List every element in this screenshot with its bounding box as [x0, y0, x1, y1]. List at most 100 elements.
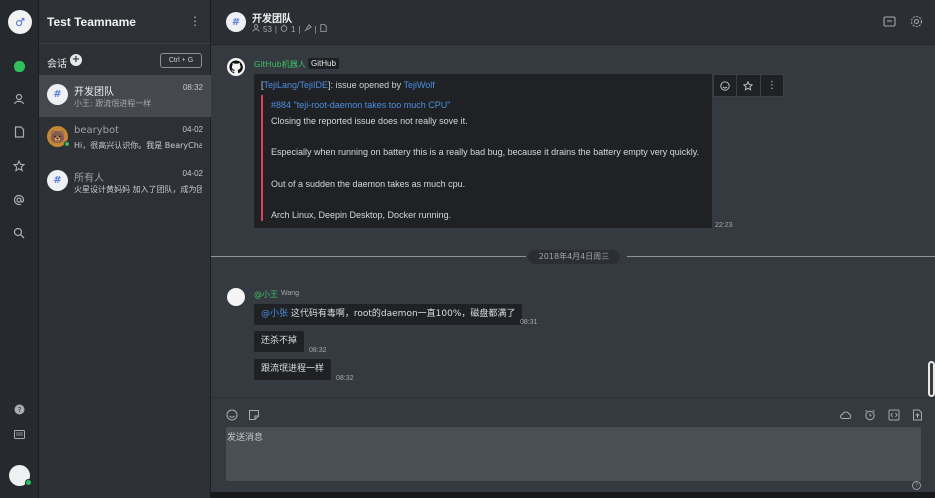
- online-status-dot: [25, 479, 32, 486]
- bottom-strip: [211, 492, 935, 498]
- composer-tools-left: [226, 409, 260, 424]
- issue-body-line: Arch Linux, Deepin Desktop, Docker runni…: [271, 210, 452, 220]
- message-bubble[interactable]: 跟流氓进程一样: [254, 359, 332, 380]
- thumbtack-icon[interactable]: [304, 24, 312, 34]
- keyboard-icon[interactable]: [8, 423, 30, 445]
- alarm-icon[interactable]: [864, 409, 876, 424]
- message-time: 22:23: [715, 222, 733, 229]
- code-snippet-icon[interactable]: [888, 409, 900, 424]
- channel-item-everyone[interactable]: # 所有人 04-02 火星设计黄妈妈 加入了团队，成为团: [39, 161, 211, 203]
- user-link[interactable]: TejiWolf: [403, 80, 434, 90]
- bearybot-avatar: 🐻: [47, 126, 70, 147]
- date-divider-line: [211, 256, 526, 257]
- channel-preview: Hi，很高兴认识你。我是 BearyChat: [74, 141, 202, 150]
- star-icon[interactable]: [737, 75, 761, 96]
- sessions-label: 会话: [47, 59, 67, 70]
- sidebar-divider: [39, 43, 211, 44]
- quote-bar: [261, 95, 263, 221]
- channel-time: 08:32: [182, 83, 203, 92]
- issue-title-link[interactable]: #884 "teji-root-daemon takes too much CP…: [271, 100, 450, 110]
- composer-divider: [211, 397, 935, 398]
- channel-name: 开发团队: [74, 87, 114, 98]
- svg-text:?: ?: [17, 406, 21, 414]
- message-text: 这代码有毒啊，root的daemon一直100%，磁盘都满了: [288, 309, 516, 319]
- date-divider: 2018年4月4日周三: [528, 250, 620, 264]
- shortcut-hint[interactable]: Ctrl + G: [160, 53, 202, 68]
- app-logo[interactable]: ♂: [8, 10, 32, 34]
- message-sender[interactable]: GitHub机器人: [254, 59, 306, 70]
- channel-name: 所有人: [74, 173, 104, 184]
- pin-icon[interactable]: [280, 24, 288, 34]
- emoji-reaction-icon[interactable]: [714, 75, 738, 96]
- add-session-button[interactable]: +: [70, 54, 82, 66]
- star-icon[interactable]: [8, 155, 30, 177]
- message-bubble[interactable]: 还杀不掉: [254, 331, 305, 352]
- app-rail: ♂ ?: [0, 0, 39, 498]
- channel-meta: 53 | 1 | |: [252, 24, 327, 34]
- repo-link[interactable]: TejiLang/TejiIDE: [264, 80, 329, 90]
- message-sender[interactable]: @小王: [254, 289, 278, 300]
- file-icon[interactable]: [319, 24, 327, 34]
- meta-separator: |: [298, 24, 301, 34]
- header-actions: [883, 15, 923, 31]
- channel-avatar: #: [226, 12, 246, 32]
- channel-title[interactable]: 开发团队: [252, 10, 292, 25]
- chat-icon[interactable]: [8, 55, 30, 77]
- issue-body-line: Out of a sudden the daemon takes as much…: [271, 179, 466, 189]
- member-count[interactable]: 53: [263, 25, 272, 34]
- meta-separator: |: [274, 24, 277, 34]
- issue-body-line: Especially when running on battery this …: [271, 147, 700, 157]
- user-icon[interactable]: [8, 88, 30, 110]
- github-avatar[interactable]: [227, 58, 245, 76]
- issue-header-text: : issue opened by: [330, 80, 404, 90]
- sender-tag: GitHub: [308, 58, 339, 69]
- search-icon[interactable]: [8, 222, 30, 244]
- channel-sidebar: Test Teamname ⋮ 会话 + Ctrl + G # 开发团队 08:…: [39, 0, 211, 498]
- message-input[interactable]: 发送消息: [226, 427, 921, 481]
- user-avatar[interactable]: [227, 288, 245, 306]
- sender-realname: Wang: [281, 290, 300, 297]
- sticker-icon[interactable]: [248, 409, 260, 424]
- cloud-icon[interactable]: [839, 409, 852, 424]
- channel-header: # 开发团队 53 | 1 | |: [211, 0, 935, 45]
- message-actions: ⋮: [713, 74, 784, 97]
- channel-preview: 小王: 跟流氓进程一样: [74, 99, 152, 108]
- github-issue-card: [TejiLang/TejiIDE]: issue opened by Teji…: [254, 74, 712, 228]
- channel-time: 04-02: [182, 125, 203, 134]
- channel-item-bearybot[interactable]: 🐻 bearybot 04-02 Hi，很高兴认识你。我是 BearyChat: [39, 117, 211, 159]
- message-text: 跟流氓进程一样: [261, 364, 325, 374]
- at-icon[interactable]: [8, 189, 30, 211]
- channel-avatar: #: [47, 170, 68, 191]
- my-avatar[interactable]: [9, 465, 32, 486]
- composer-tools-right: [839, 409, 923, 424]
- message-time: 08:31: [520, 319, 538, 326]
- date-divider-line: [627, 256, 935, 257]
- channel-avatar: #: [47, 84, 68, 105]
- message-time: 08:32: [336, 375, 354, 382]
- team-menu-icon[interactable]: ⋮: [189, 14, 201, 28]
- meta-separator: |: [314, 24, 317, 34]
- issue-body-line: Closing the reported issue does not real…: [271, 116, 468, 126]
- channel-item-dev-team[interactable]: # 开发团队 08:32 小王: 跟流氓进程一样: [39, 75, 211, 117]
- more-icon[interactable]: ⋮: [761, 75, 783, 96]
- message-bubble[interactable]: @小张 这代码有毒啊，root的daemon一直100%，磁盘都满了: [254, 304, 523, 325]
- members-icon[interactable]: [252, 24, 260, 34]
- emoji-icon[interactable]: [226, 409, 238, 424]
- settings-icon[interactable]: [910, 15, 923, 31]
- message-text: 还杀不掉: [261, 336, 298, 346]
- channel-preview: 火星设计黄妈妈 加入了团队，成为团: [74, 185, 202, 194]
- team-name[interactable]: Test Teamname: [47, 15, 136, 29]
- scrollbar-thumb[interactable]: [928, 361, 935, 397]
- help-icon[interactable]: ?: [8, 398, 30, 420]
- upload-file-icon[interactable]: [912, 409, 923, 424]
- message-time: 08:32: [309, 347, 327, 354]
- help-icon[interactable]: ?: [912, 481, 921, 490]
- mention-link[interactable]: @小张: [261, 309, 288, 319]
- inbox-icon[interactable]: [883, 15, 896, 31]
- issue-header: [TejiLang/TejiIDE]: issue opened by Teji…: [261, 80, 435, 90]
- pinned-count[interactable]: 1: [291, 25, 295, 34]
- channel-time: 04-02: [182, 169, 203, 178]
- file-icon[interactable]: [8, 121, 30, 143]
- chat-main: # 开发团队 53 | 1 | | GitHub机器人 GitHub [Teji…: [211, 0, 935, 498]
- channel-name: bearybot: [74, 125, 120, 136]
